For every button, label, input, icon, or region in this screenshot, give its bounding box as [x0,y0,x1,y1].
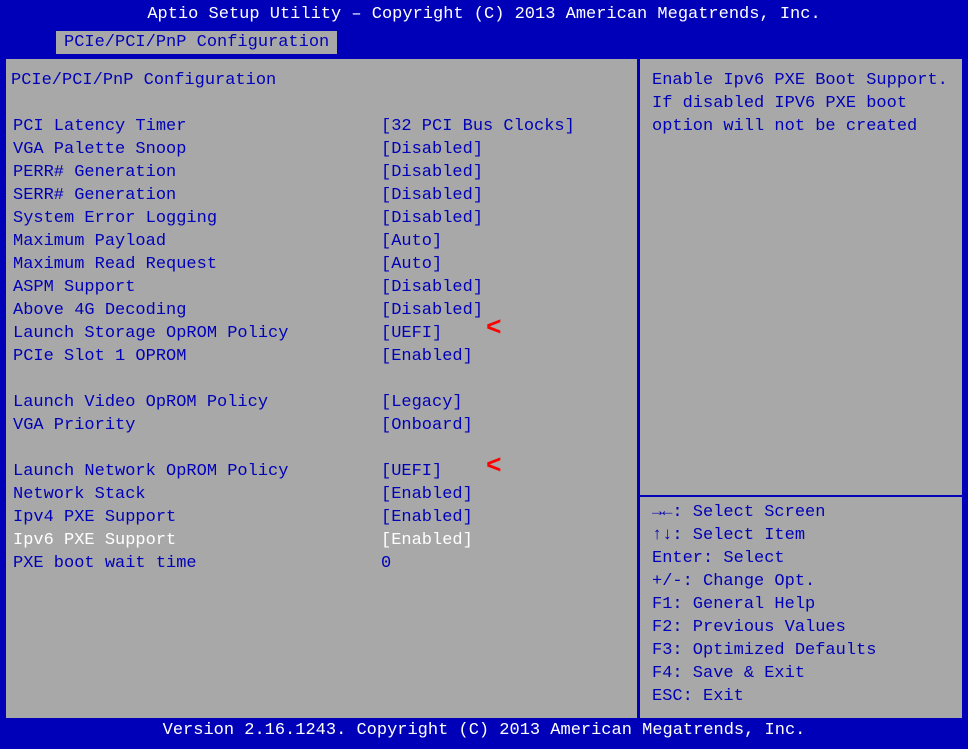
help-key-line: →←: Select Screen [652,501,950,524]
setting-row[interactable]: Above 4G Decoding[Disabled] [11,299,632,322]
setting-value[interactable]: [Disabled] [381,184,632,207]
setting-row[interactable]: PCI Latency Timer[32 PCI Bus Clocks] [11,115,632,138]
footer-bar: Version 2.16.1243. Copyright (C) 2013 Am… [6,718,962,743]
setting-row[interactable]: Launch Storage OpROM Policy[UEFI]< [11,322,632,345]
setting-label: ASPM Support [11,276,381,299]
setting-value[interactable]: [UEFI]< [381,322,632,345]
setting-value[interactable]: [Disabled] [381,161,632,184]
setting-value[interactable]: 0 [381,552,632,575]
setting-row[interactable]: VGA Priority[Onboard] [11,414,632,437]
content-area: PCIe/PCI/PnP Configuration PCI Latency T… [6,56,962,718]
setting-label: Network Stack [11,483,381,506]
setting-value[interactable]: [Disabled] [381,276,632,299]
setting-row[interactable]: Maximum Payload[Auto] [11,230,632,253]
help-text-block: Enable Ipv6 PXE Boot Support. If disable… [652,69,950,491]
setting-label: SERR# Generation [11,184,381,207]
app-title: Aptio Setup Utility – Copyright (C) 2013… [6,0,962,29]
setting-row[interactable]: Ipv4 PXE Support[Enabled] [11,506,632,529]
help-key-line: ↑↓: Select Item [652,524,950,547]
setting-label: Ipv4 PXE Support [11,506,381,529]
setting-row[interactable]: PERR# Generation[Disabled] [11,161,632,184]
setting-row[interactable]: PXE boot wait time0 [11,552,632,575]
setting-label: Ipv6 PXE Support [11,529,381,552]
setting-row[interactable]: Launch Video OpROM Policy[Legacy] [11,391,632,414]
setting-value[interactable]: [Disabled] [381,138,632,161]
left-pane: PCIe/PCI/PnP Configuration PCI Latency T… [6,59,637,718]
setting-label: Maximum Payload [11,230,381,253]
setting-label: Maximum Read Request [11,253,381,276]
arrow-annotation-icon: < [486,317,502,340]
setting-value[interactable]: [Legacy] [381,391,632,414]
setting-row[interactable]: Network Stack[Enabled] [11,483,632,506]
setting-value[interactable]: [Disabled] [381,299,632,322]
setting-row[interactable]: Maximum Read Request[Auto] [11,253,632,276]
setting-label: Above 4G Decoding [11,299,381,322]
context-help: Enable Ipv6 PXE Boot Support. If disable… [652,69,950,138]
help-key-line: ESC: Exit [652,685,950,708]
bios-frame: Aptio Setup Utility – Copyright (C) 2013… [0,0,968,749]
help-key-line: F4: Save & Exit [652,662,950,685]
setting-row[interactable]: ASPM Support[Disabled] [11,276,632,299]
setting-label: PCIe Slot 1 OPROM [11,345,381,368]
setting-value[interactable]: [Enabled] [381,483,632,506]
help-key-line: F1: General Help [652,593,950,616]
setting-label: PERR# Generation [11,161,381,184]
setting-value[interactable]: [32 PCI Bus Clocks] [381,115,632,138]
setting-label: VGA Priority [11,414,381,437]
setting-row[interactable]: VGA Palette Snoop[Disabled] [11,138,632,161]
setting-row[interactable]: SERR# Generation[Disabled] [11,184,632,207]
tab-pcie-config[interactable]: PCIe/PCI/PnP Configuration [54,29,339,56]
setting-label: VGA Palette Snoop [11,138,381,161]
setting-label: PCI Latency Timer [11,115,381,138]
setting-value[interactable]: [Enabled] [381,529,632,552]
tab-strip: PCIe/PCI/PnP Configuration [6,29,962,56]
setting-label: PXE boot wait time [11,552,381,575]
help-key-line: Enter: Select [652,547,950,570]
setting-label: Launch Storage OpROM Policy [11,322,381,345]
divider [640,495,962,497]
setting-value[interactable]: [Disabled] [381,207,632,230]
right-pane: Enable Ipv6 PXE Boot Support. If disable… [637,59,962,718]
setting-label: System Error Logging [11,207,381,230]
help-key-line: F2: Previous Values [652,616,950,639]
setting-value[interactable]: [UEFI]< [381,460,632,483]
setting-row[interactable]: System Error Logging[Disabled] [11,207,632,230]
help-key-line: F3: Optimized Defaults [652,639,950,662]
arrow-annotation-icon: < [486,455,502,478]
setting-label: Launch Video OpROM Policy [11,391,381,414]
setting-row[interactable]: Launch Network OpROM Policy[UEFI]< [11,460,632,483]
settings-list: PCI Latency Timer[32 PCI Bus Clocks]VGA … [11,115,632,575]
setting-value[interactable]: [Auto] [381,253,632,276]
panel-heading: PCIe/PCI/PnP Configuration [11,69,632,92]
help-key-line: +/-: Change Opt. [652,570,950,593]
key-help-list: →←: Select Screen↑↓: Select ItemEnter: S… [652,501,950,708]
setting-value[interactable]: [Enabled] [381,506,632,529]
setting-value[interactable]: [Enabled] [381,345,632,368]
setting-value[interactable]: [Auto] [381,230,632,253]
setting-row[interactable]: PCIe Slot 1 OPROM[Enabled] [11,345,632,368]
setting-label: Launch Network OpROM Policy [11,460,381,483]
setting-row[interactable]: Ipv6 PXE Support[Enabled] [11,529,632,552]
setting-value[interactable]: [Onboard] [381,414,632,437]
